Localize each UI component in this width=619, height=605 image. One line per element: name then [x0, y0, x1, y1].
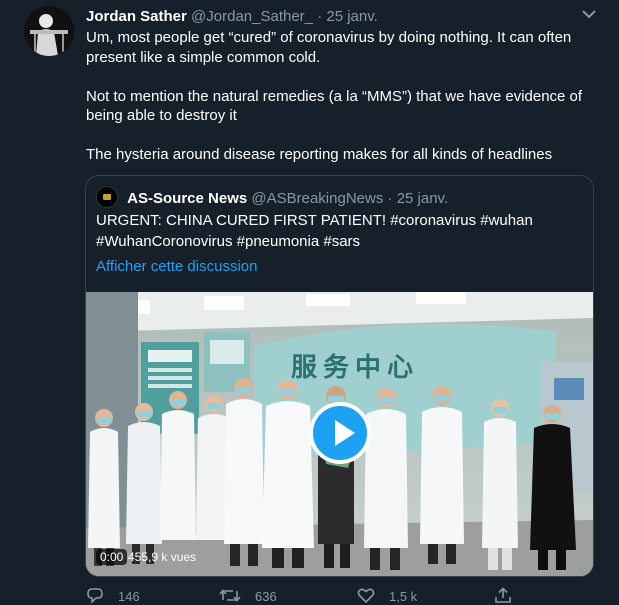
tweet-paragraph: Um, most people get “cured” of coronavir… [86, 29, 572, 66]
quoted-author-handle[interactable]: @ASBreakingNews [251, 190, 383, 207]
tweet[interactable]: Jordan Sather @Jordan_Sather_ · 25 janv.… [0, 0, 619, 605]
like-button[interactable]: 1,5 k [357, 587, 417, 604]
quoted-avatar[interactable] [96, 186, 118, 208]
reply-icon [87, 588, 103, 604]
share-icon [495, 587, 511, 603]
like-count: 1,5 k [389, 589, 418, 604]
retweet-count: 636 [255, 589, 277, 604]
tweet-actions: 146 636 1,5 k [86, 587, 606, 605]
tweet-paragraph: The hysteria around disease reporting ma… [86, 146, 553, 163]
quoted-author-name[interactable]: AS-Source News [127, 190, 247, 207]
quoted-separator: · [387, 190, 393, 207]
retweet-icon [219, 589, 241, 602]
video-time: 0:00 [96, 549, 128, 565]
video-sign-text: 服务中心 [291, 353, 419, 383]
quoted-header: AS-Source News @ASBreakingNews · 25 janv… [96, 186, 448, 208]
quoted-tweet[interactable]: AS-Source News @ASBreakingNews · 25 janv… [85, 175, 594, 577]
video-views: 455,9 k vues [128, 550, 197, 564]
retweet-button[interactable]: 636 [219, 587, 277, 604]
video-player[interactable]: 服务中心 0:00 455,9 k vues [86, 292, 593, 576]
share-button[interactable] [494, 587, 526, 604]
quoted-date[interactable]: 25 janv. [397, 190, 448, 207]
show-thread-link[interactable]: Afficher cette discussion [96, 258, 257, 275]
tweet-text: Um, most people get “cured” of coronavir… [86, 28, 596, 184]
play-icon[interactable] [309, 402, 371, 464]
author-handle[interactable]: @Jordan_Sather_ [191, 8, 313, 25]
reply-count: 146 [118, 589, 140, 604]
author-name[interactable]: Jordan Sather [86, 8, 187, 25]
tweet-header: Jordan Sather @Jordan_Sather_ · 25 janv. [86, 8, 378, 25]
author-avatar[interactable] [24, 6, 74, 56]
tweet-date[interactable]: 25 janv. [326, 8, 377, 25]
chevron-down-icon[interactable] [580, 8, 598, 22]
reply-button[interactable]: 146 [86, 587, 140, 604]
like-icon [357, 588, 375, 604]
tweet-paragraph: Not to mention the natural remedies (a l… [86, 87, 583, 125]
quoted-text: URGENT: CHINA CURED FIRST PATIENT! #coro… [96, 212, 533, 250]
header-separator: · [317, 8, 323, 25]
